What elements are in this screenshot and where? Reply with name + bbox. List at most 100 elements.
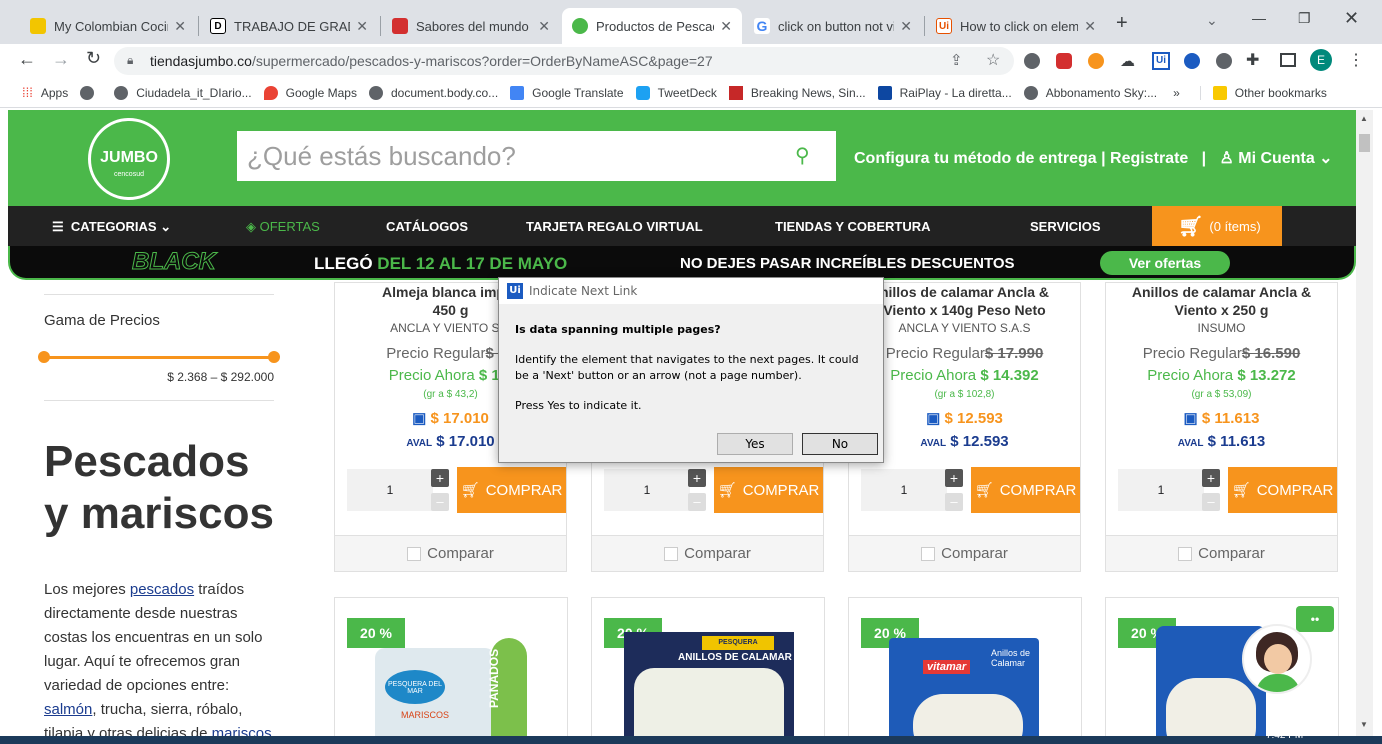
other-bookmarks[interactable]: Other bookmarks	[1199, 85, 1327, 100]
account-menu[interactable]: Mi Cuenta	[1238, 150, 1314, 167]
profile-avatar[interactable]: E	[1310, 49, 1332, 71]
buy-button[interactable]: 🛒︎ COMPRAR	[457, 467, 566, 513]
decrement-button[interactable]: –	[688, 493, 706, 511]
puzzle-icon[interactable]: ✚	[1246, 50, 1259, 70]
bookmark-item[interactable]: Google Maps	[263, 85, 357, 100]
browser-tab[interactable]: D TRABAJO DE GRADO ✕	[200, 8, 378, 44]
quantity-input[interactable]: 1	[604, 469, 690, 511]
bookmark-item[interactable]: Ciudadela_it_DIario...	[114, 85, 252, 100]
close-tab-icon[interactable]: ✕	[720, 18, 732, 35]
bookmark-item[interactable]: Abbonamento Sky:...	[1023, 85, 1157, 100]
browser-tab[interactable]: Sabores del mundo – ✕	[382, 8, 560, 44]
quantity-input[interactable]: 1	[1118, 469, 1204, 511]
cloud-icon[interactable]: ☁	[1120, 52, 1135, 70]
bookmark-apps[interactable]: ⁞⁞⁞ Apps	[22, 85, 68, 100]
browser-tab[interactable]: G click on button not vis ✕	[744, 8, 922, 44]
categories-menu[interactable]: ☰ CATEGORIAS ⌄	[52, 219, 171, 235]
bookmark-item[interactable]	[80, 85, 102, 100]
minimize-icon[interactable]: —	[1252, 10, 1266, 26]
compare-checkbox[interactable]: Comparar	[1106, 535, 1337, 571]
compare-checkbox[interactable]: Comparar	[335, 535, 566, 571]
compare-checkbox[interactable]: Comparar	[849, 535, 1080, 571]
jumbo-logo[interactable]: JUMBO cencosud	[88, 118, 170, 200]
nav-offers[interactable]: ◈ OFERTAS	[246, 219, 320, 235]
yes-button[interactable]: Yes	[717, 433, 793, 455]
decrement-button[interactable]: –	[1202, 493, 1220, 511]
increment-button[interactable]: +	[1202, 469, 1220, 487]
close-tab-icon[interactable]: ✕	[538, 18, 550, 35]
scroll-down-icon[interactable]: ▼	[1360, 720, 1368, 729]
side-panel-icon[interactable]	[1280, 53, 1296, 67]
share-icon[interactable]: ⇪	[950, 51, 963, 69]
extension-icon[interactable]	[1184, 53, 1200, 69]
indicate-next-link-dialog: Ui Indicate Next Link Is data spanning mu…	[498, 277, 884, 463]
price-slider-min-handle[interactable]	[38, 351, 50, 363]
browser-tab[interactable]: My Colombian Cocina ✕	[20, 8, 196, 44]
cart-button[interactable]: 🛒︎ (0 ítems)	[1152, 206, 1282, 246]
product-name[interactable]: nillos de calamar Ancla &	[880, 284, 1049, 300]
tab-search-icon[interactable]: ⌄	[1206, 12, 1218, 29]
close-tab-icon[interactable]: ✕	[900, 18, 912, 35]
quantity-input[interactable]: 1	[347, 469, 433, 511]
bookmark-item[interactable]: document.body.co...	[368, 85, 498, 100]
new-tab-icon[interactable]: +	[1116, 12, 1128, 35]
salmon-link[interactable]: salmón	[44, 701, 92, 718]
no-button[interactable]: No	[802, 433, 878, 455]
buy-button[interactable]: 🛒︎ COMPRAR	[1228, 467, 1337, 513]
product-card[interactable]: 20 % vitamar Anillos de Calamar	[848, 597, 1082, 744]
extension-icon[interactable]	[1024, 53, 1040, 69]
os-taskbar: 7:42 PM	[0, 730, 1382, 744]
maximize-icon[interactable]: ❐	[1298, 10, 1311, 27]
chat-extension-icon[interactable]	[1216, 53, 1232, 69]
quantity-input[interactable]: 1	[861, 469, 947, 511]
search-input[interactable]: ¿Qué estás buscando? ⚲	[237, 131, 836, 181]
chat-bubble[interactable]: ••	[1296, 606, 1334, 632]
buy-button[interactable]: 🛒︎ COMPRAR	[971, 467, 1080, 513]
nav-gift-card[interactable]: TARJETA REGALO VIRTUAL	[526, 219, 703, 234]
forward-icon[interactable]: →	[52, 49, 70, 70]
product-card[interactable]: 20 % PESQUERA DEL MAR MARISCOS PANADOS	[334, 597, 568, 744]
nav-stores[interactable]: TIENDAS Y COBERTURA	[775, 219, 931, 234]
see-offers-button[interactable]: Ver ofertas	[1100, 251, 1230, 275]
page-scrollbar[interactable]: ▲ ▼	[1356, 110, 1373, 744]
close-window-icon[interactable]: ✕	[1344, 8, 1359, 29]
bookmark-item[interactable]: Google Translate	[510, 85, 624, 100]
compare-checkbox[interactable]: Comparar	[592, 535, 823, 571]
product-card[interactable]: 20 % PESQUERA ANILLOS DE CALAMAR	[591, 597, 825, 744]
reload-icon[interactable]: ↻	[86, 48, 101, 69]
register-link[interactable]: Registrate	[1110, 150, 1188, 167]
uipath-extension-icon[interactable]: Ui	[1152, 52, 1170, 70]
nav-catalogs[interactable]: CATÁLOGOS	[386, 219, 468, 234]
increment-button[interactable]: +	[688, 469, 706, 487]
address-bar[interactable]: 🔒︎ tiendasjumbo.co/supermercado/pescados…	[114, 47, 1014, 75]
increment-button[interactable]: +	[431, 469, 449, 487]
scroll-up-icon[interactable]: ▲	[1360, 114, 1368, 123]
search-icon[interactable]: ⚲	[795, 143, 810, 168]
bookmark-item[interactable]: TweetDeck	[635, 85, 717, 100]
bookmark-item[interactable]: RaiPlay - La diretta...	[877, 85, 1012, 100]
more-bookmarks-icon[interactable]: »	[1173, 86, 1180, 100]
decrement-button[interactable]: –	[945, 493, 963, 511]
extension-icon[interactable]	[1088, 53, 1104, 69]
fish-link[interactable]: pescados	[130, 581, 194, 598]
buy-button[interactable]: 🛒︎ COMPRAR	[714, 467, 823, 513]
bookmark-star-icon[interactable]: ☆	[986, 50, 1000, 70]
delivery-method-link[interactable]: Configura tu método de entrega	[854, 150, 1097, 167]
close-tab-icon[interactable]: ✕	[174, 18, 186, 35]
scrollbar-thumb[interactable]	[1359, 134, 1370, 152]
price-slider-max-handle[interactable]	[268, 351, 280, 363]
decrement-button[interactable]: –	[431, 493, 449, 511]
browser-tab-active[interactable]: Productos de Pescado ✕	[562, 8, 742, 44]
extension-icon[interactable]	[1056, 53, 1072, 69]
browser-tab[interactable]: Ui How to click on eleme ✕	[926, 8, 1106, 44]
back-icon[interactable]: ←	[18, 49, 36, 70]
close-tab-icon[interactable]: ✕	[1084, 18, 1096, 35]
bookmark-item[interactable]: Breaking News, Sin...	[728, 85, 866, 100]
menu-kebab-icon[interactable]: ⋮	[1348, 50, 1364, 70]
product-name[interactable]: Anillos de calamar Ancla &	[1132, 284, 1311, 300]
chatbot-avatar[interactable]	[1242, 624, 1312, 694]
promo-banner[interactable]: BLACK LLEGÓ DEL 12 AL 17 DE MAYO NO DEJE…	[8, 246, 1356, 280]
increment-button[interactable]: +	[945, 469, 963, 487]
close-tab-icon[interactable]: ✕	[356, 18, 368, 35]
nav-services[interactable]: SERVICIOS	[1030, 219, 1101, 234]
